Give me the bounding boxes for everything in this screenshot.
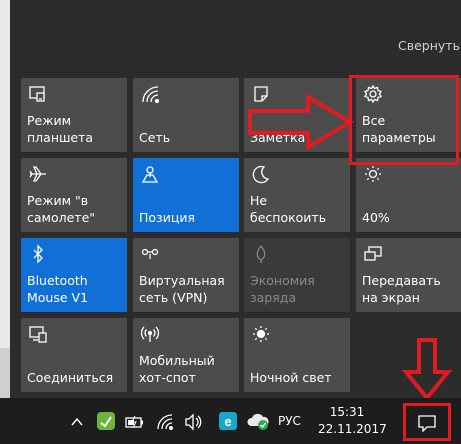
tile-label: 40%	[362, 210, 390, 225]
wifi-network-icon	[140, 84, 160, 104]
tile-airplane-mode[interactable]: Режим "в самолете"	[21, 158, 127, 232]
notification-icon	[418, 415, 436, 432]
leaf-app-icon[interactable]	[96, 411, 116, 430]
tile-battery-saver[interactable]: Экономия заряда	[244, 238, 350, 312]
collapse-link[interactable]: Свернуть	[398, 38, 460, 53]
tile-label: Мобильный хот-спот	[139, 353, 215, 385]
tile-label: Bluetooth Mouse V1	[27, 273, 89, 305]
bluetooth-icon	[28, 244, 48, 264]
tile-label: Позиция	[139, 210, 195, 225]
chevron-up-icon[interactable]	[70, 413, 84, 431]
tile-label: Виртуальная сеть (VPN)	[139, 273, 225, 305]
battery-icon[interactable]	[124, 413, 146, 431]
connect-icon	[28, 324, 48, 344]
hotspot-icon	[140, 324, 160, 344]
battery-saver-icon	[251, 244, 271, 264]
tile-label: Экономия заряда	[250, 273, 315, 305]
background-window-edge	[0, 0, 10, 398]
cloud-sync-icon[interactable]	[246, 411, 270, 430]
vpn-icon	[140, 244, 160, 264]
tile-all-settings[interactable]: Все параметры	[356, 78, 461, 152]
clock-date: 22.11.2017	[318, 422, 387, 436]
volume-icon[interactable]	[184, 413, 202, 431]
tile-location[interactable]: Позиция	[133, 158, 239, 232]
night-light-icon	[251, 324, 271, 344]
tile-label: Сеть	[139, 130, 171, 145]
wifi-icon[interactable]	[156, 413, 174, 431]
e-app-icon[interactable]: e	[218, 411, 238, 430]
note-icon	[251, 84, 271, 104]
tile-network[interactable]: Сеть	[133, 78, 239, 152]
tile-label: Ночной свет	[250, 370, 332, 385]
tile-label: Не беспокоить	[250, 193, 327, 225]
language-indicator[interactable]: РУС	[278, 414, 301, 428]
tablet-mode-icon	[28, 84, 48, 104]
action-center-button[interactable]	[403, 403, 451, 441]
gear-icon	[363, 84, 383, 104]
svg-text:e: e	[224, 414, 231, 429]
tile-project[interactable]: Передавать на экран	[356, 238, 461, 312]
tile-mobile-hotspot[interactable]: Мобильный хот-спот	[133, 318, 239, 392]
tile-label: Режим "в самолете"	[27, 193, 96, 225]
taskbar: e РУС 15:31 22.11.2017	[0, 398, 461, 444]
tile-label: Все параметры	[362, 113, 436, 145]
moon-icon	[251, 164, 271, 184]
clock-time: 15:31	[329, 405, 365, 419]
tile-label: Режим планшета	[27, 113, 94, 145]
tile-label: Соединиться	[27, 370, 114, 385]
tile-night-light[interactable]: Ночной свет	[244, 318, 350, 392]
tile-connect[interactable]: Соединиться	[21, 318, 127, 392]
tile-label: Передавать на экран	[362, 273, 441, 305]
airplane-icon	[28, 164, 48, 184]
tile-do-not-disturb[interactable]: Не беспокоить	[244, 158, 350, 232]
brightness-icon	[363, 164, 383, 184]
project-icon	[363, 244, 383, 264]
tile-vpn[interactable]: Виртуальная сеть (VPN)	[133, 238, 239, 312]
location-icon	[140, 164, 160, 184]
tile-tablet-mode[interactable]: Режим планшета	[21, 78, 127, 152]
tile-label: Заметка	[250, 130, 306, 145]
clock[interactable]: 15:31 22.11.2017	[318, 404, 387, 438]
tile-note[interactable]: Заметка	[244, 78, 350, 152]
tile-brightness[interactable]: 40%	[356, 158, 461, 232]
tile-bluetooth[interactable]: Bluetooth Mouse V1	[21, 238, 127, 312]
